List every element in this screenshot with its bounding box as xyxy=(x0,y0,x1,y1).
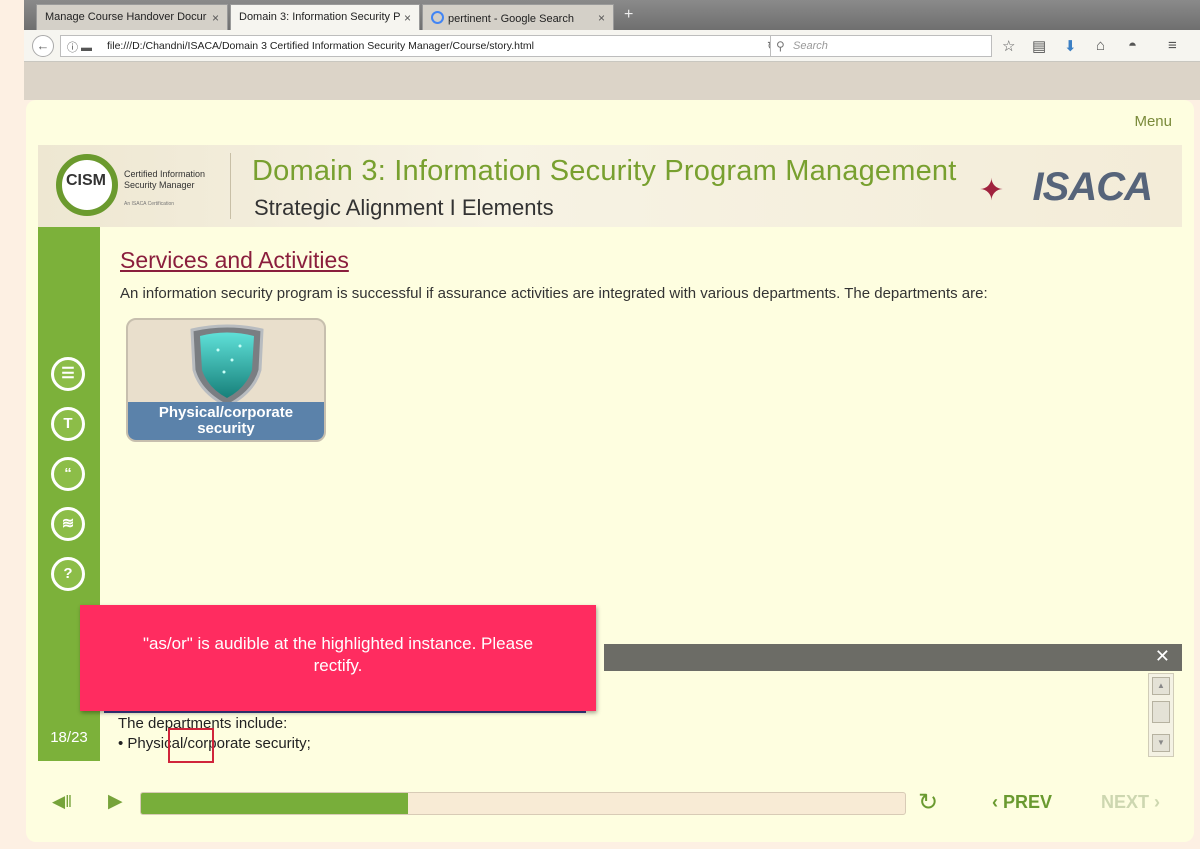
notes-scrollbar[interactable]: ▲ ▼ xyxy=(1148,673,1174,757)
scroll-down-icon[interactable]: ▼ xyxy=(1152,734,1170,752)
new-tab-icon[interactable]: + xyxy=(624,6,633,24)
cism-tagline: An ISACA Certification xyxy=(124,201,175,207)
volume-icon[interactable]: ◀ǁ xyxy=(52,792,72,812)
next-label: NEXT xyxy=(1101,792,1150,812)
back-arrow-icon[interactable]: ← xyxy=(32,35,54,57)
info-icon[interactable]: ⓘ ▬ xyxy=(67,39,92,55)
search-input[interactable]: ⚲ Search xyxy=(770,35,992,57)
page-backdrop xyxy=(24,62,1200,100)
department-card[interactable]: Physical/corporate security xyxy=(126,318,326,442)
resources-icon[interactable]: ≋ xyxy=(51,507,85,541)
notes-divider xyxy=(104,711,586,713)
play-icon[interactable]: ▶ xyxy=(108,790,123,813)
cism-logo-subtitle: Certified Information Security Manager xyxy=(124,169,205,191)
course-title: Domain 3: Information Security Program M… xyxy=(252,155,957,187)
progress-bar[interactable] xyxy=(140,792,906,815)
card-label-line1: Physical/corporate xyxy=(158,404,294,421)
card-label: Physical/corporate security xyxy=(128,405,324,437)
browser-tab-bar: Manage Course Handover Docur × Domain 3:… xyxy=(24,0,1200,30)
menu-button[interactable]: Menu xyxy=(1134,113,1172,130)
notes-icon[interactable]: ☰ xyxy=(51,357,85,391)
google-icon xyxy=(431,11,444,24)
tab-label: Manage Course Handover Docur xyxy=(45,11,207,23)
scroll-up-icon[interactable]: ▲ xyxy=(1152,677,1170,695)
tab-label: Domain 3: Information Security P xyxy=(239,11,401,23)
shield-icon xyxy=(190,324,264,408)
reading-list-icon[interactable]: ▤ xyxy=(1032,37,1046,55)
next-button[interactable]: NEXT › xyxy=(1101,792,1160,813)
page-counter: 18/23 xyxy=(50,729,88,746)
bookmark-star-icon[interactable]: ☆ xyxy=(1002,37,1015,55)
isaca-star-icon: ✦ xyxy=(978,174,1004,207)
player-controls: ◀ǁ ▶ ↻ ‹ PREV NEXT › xyxy=(26,780,1194,830)
course-banner: CISM Certified Information Security Mana… xyxy=(38,145,1182,227)
close-tab-icon[interactable]: × xyxy=(212,11,219,25)
banner-divider xyxy=(230,153,231,219)
url-text: file:///D:/Chandni/ISACA/Domain 3 Certif… xyxy=(107,40,534,52)
scroll-thumb[interactable] xyxy=(1152,701,1170,723)
course-player: Menu CISM Certified Information Security… xyxy=(26,100,1194,842)
cism-sub-line1: Certified Information xyxy=(124,169,206,179)
course-subtitle: Strategic Alignment I Elements xyxy=(254,195,554,220)
card-label-line2: security xyxy=(197,420,255,437)
highlight-box xyxy=(168,728,214,763)
search-icon: ⚲ xyxy=(776,39,785,53)
url-bar[interactable]: ⓘ ▬ file:///D:/Chandni/ISACA/Domain 3 Ce… xyxy=(60,35,786,57)
notes-panel-header: ✕ xyxy=(604,644,1182,671)
prev-label: PREV xyxy=(1003,792,1053,812)
search-placeholder: Search xyxy=(793,40,828,52)
quote-icon[interactable]: “ xyxy=(51,457,85,491)
progress-fill xyxy=(141,793,409,814)
tab-google-search[interactable]: pertinent - Google Search × xyxy=(422,4,614,30)
close-tab-icon[interactable]: × xyxy=(404,11,411,25)
replay-icon[interactable]: ↻ xyxy=(918,788,938,817)
help-icon[interactable]: ? xyxy=(51,557,85,591)
review-comment: "as/or" is audible at the highlighted in… xyxy=(80,605,596,711)
isaca-logo: ISACA xyxy=(1032,165,1153,209)
tab-label: pertinent - Google Search xyxy=(448,13,574,25)
section-title: Services and Activities xyxy=(120,247,349,273)
cism-sub-line2: Security Manager xyxy=(124,180,195,190)
tab-domain3[interactable]: Domain 3: Information Security P × xyxy=(230,4,420,30)
prev-button[interactable]: ‹ PREV xyxy=(992,792,1052,813)
browser-nav-bar: ← ⓘ ▬ file:///D:/Chandni/ISACA/Domain 3 … xyxy=(24,30,1200,62)
pocket-icon[interactable]: ◓ xyxy=(1128,37,1137,54)
notes-line: • Physical/corporate security; xyxy=(118,735,311,752)
hamburger-menu-icon[interactable]: ≡ xyxy=(1168,37,1177,54)
transcript-icon[interactable]: T xyxy=(51,407,85,441)
download-icon[interactable]: ⬇ xyxy=(1064,37,1077,55)
home-icon[interactable]: ⌂ xyxy=(1096,37,1105,54)
close-tab-icon[interactable]: × xyxy=(598,11,605,25)
tab-course-handover[interactable]: Manage Course Handover Docur × xyxy=(36,4,228,30)
cism-logo-text: CISM xyxy=(66,172,106,189)
close-icon[interactable]: ✕ xyxy=(1155,646,1170,667)
intro-text: An information security program is succe… xyxy=(120,285,988,302)
